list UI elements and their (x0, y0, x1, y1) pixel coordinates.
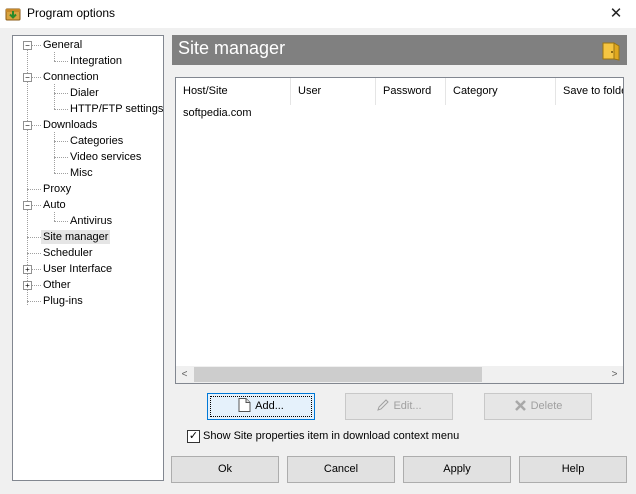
pencil-icon (377, 399, 390, 411)
cell-host-site: softpedia.com (183, 107, 252, 119)
collapse-downloads-icon[interactable]: − (23, 121, 32, 130)
app-download-icon (5, 8, 21, 21)
tree-line (32, 45, 41, 46)
tree-line (54, 221, 68, 222)
expand-user-interface-icon[interactable]: + (23, 265, 32, 274)
new-document-icon (238, 398, 251, 412)
tree-item-site-manager[interactable]: Site manager (41, 230, 111, 244)
add-button[interactable]: Add... (207, 393, 315, 420)
tree-line (54, 109, 68, 110)
page-header: Site manager (172, 35, 627, 65)
tree-item-scheduler[interactable]: Scheduler (43, 246, 93, 260)
site-list: Host/Site User Password Category Save to… (175, 77, 624, 384)
tree-line (27, 189, 41, 190)
expand-other-icon[interactable]: + (23, 281, 32, 290)
tree-item-integration[interactable]: Integration (70, 54, 122, 68)
add-button-label: Add... (255, 400, 284, 412)
tree-item-connection[interactable]: Connection (43, 70, 99, 84)
tree-item-categories[interactable]: Categories (70, 134, 123, 148)
scroll-right-icon[interactable]: > (606, 366, 623, 383)
column-header-category[interactable]: Category (446, 78, 556, 105)
tree-line (54, 61, 68, 62)
close-icon: ✕ (609, 5, 623, 22)
apply-button[interactable]: Apply (403, 456, 511, 483)
tree-line (54, 84, 55, 109)
collapse-connection-icon[interactable]: − (23, 73, 32, 82)
tree-item-dialer[interactable]: Dialer (70, 86, 99, 100)
column-header-user[interactable]: User (291, 78, 376, 105)
window-title: Program options (27, 6, 116, 20)
page-title: Site manager (178, 38, 286, 58)
tree-item-user-interface[interactable]: User Interface (43, 262, 112, 276)
tree-line (32, 269, 41, 270)
tree-item-plug-ins[interactable]: Plug-ins (43, 294, 83, 308)
tree-line (27, 253, 41, 254)
tree-line (54, 141, 68, 142)
help-button[interactable]: Help (519, 456, 627, 483)
cancel-button[interactable]: Cancel (287, 456, 395, 483)
tree-line (54, 132, 55, 173)
tree-line (32, 125, 41, 126)
collapse-auto-icon[interactable]: − (23, 201, 32, 210)
tree-item-video-services[interactable]: Video services (70, 150, 141, 164)
site-folder-icon (602, 42, 620, 61)
column-header-password[interactable]: Password (376, 78, 446, 105)
tree-line (32, 285, 41, 286)
tree-item-antivirus[interactable]: Antivirus (70, 214, 112, 228)
table-row[interactable]: softpedia.com (176, 105, 623, 122)
options-tree: − − − − + + General Integration Connecti… (12, 35, 164, 481)
close-button[interactable]: ✕ (596, 0, 636, 28)
delete-button[interactable]: Delete (484, 393, 592, 420)
scrollbar-thumb[interactable] (194, 367, 482, 382)
tree-line (54, 212, 55, 221)
ok-button[interactable]: Ok (171, 456, 279, 483)
tree-line (27, 237, 41, 238)
tree-item-http-ftp-settings[interactable]: HTTP/FTP settings (70, 102, 163, 116)
tree-line (54, 52, 55, 61)
tree-item-other[interactable]: Other (43, 278, 71, 292)
edit-button-label: Edit... (393, 400, 422, 412)
tree-item-general[interactable]: General (43, 38, 82, 52)
show-site-properties-checkbox[interactable]: ✓ (187, 430, 200, 443)
scroll-left-icon[interactable]: < (176, 366, 193, 383)
tree-item-auto[interactable]: Auto (43, 198, 66, 212)
collapse-general-icon[interactable]: − (23, 41, 32, 50)
delete-icon (514, 400, 526, 411)
tree-line (54, 93, 68, 94)
tree-line (32, 77, 41, 78)
tree-line (54, 157, 68, 158)
delete-button-label: Delete (530, 400, 563, 412)
column-header-save-to-folder[interactable]: Save to folder (556, 78, 623, 105)
horizontal-scrollbar[interactable]: < > (176, 366, 623, 383)
tree-line (27, 301, 41, 302)
tree-item-misc[interactable]: Misc (70, 166, 93, 180)
tree-item-proxy[interactable]: Proxy (43, 182, 71, 196)
tree-item-downloads[interactable]: Downloads (43, 118, 97, 132)
edit-button[interactable]: Edit... (345, 393, 453, 420)
show-site-properties-label[interactable]: Show Site properties item in download co… (203, 430, 459, 443)
title-bar: Program options ✕ (0, 0, 636, 28)
tree-line (54, 173, 68, 174)
column-header-host-site[interactable]: Host/Site (176, 78, 291, 105)
tree-line (32, 205, 41, 206)
